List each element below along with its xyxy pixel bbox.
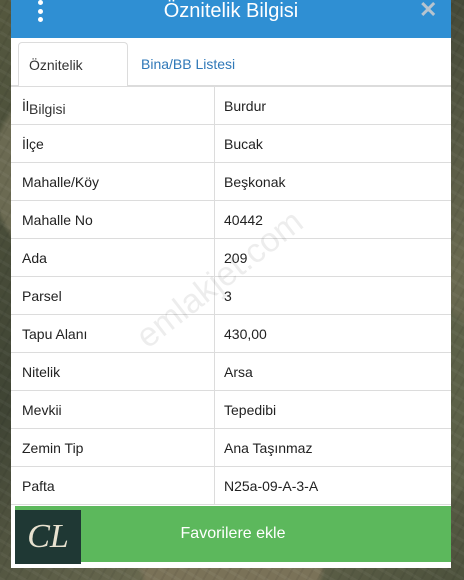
attribute-key: Zemin Tip bbox=[22, 440, 84, 456]
attribute-value: Ana Taşınmaz bbox=[224, 440, 313, 456]
attribute-value: N25a-09-A-3-A bbox=[224, 478, 319, 494]
attribute-key: Mahalle No bbox=[22, 212, 93, 228]
attribute-key: Ada bbox=[22, 250, 47, 266]
table-row: Pafta N25a-09-A-3-A bbox=[11, 467, 451, 505]
tab-bar: Öznitelik Bilgisi Bina/BB Listesi bbox=[11, 38, 451, 117]
column-divider bbox=[214, 467, 215, 505]
table-row: Tapu Alanı 430,00 bbox=[11, 315, 451, 353]
attribute-key: Tapu Alanı bbox=[22, 326, 88, 342]
attribute-value: 209 bbox=[224, 250, 248, 266]
column-divider bbox=[214, 163, 215, 201]
attribute-value: 430,00 bbox=[224, 326, 267, 342]
table-row: İlçe Bucak bbox=[11, 125, 451, 163]
attribute-key: Mevkii bbox=[22, 402, 62, 418]
attribute-key: Mahalle/Köy bbox=[22, 174, 100, 190]
attribute-table: İl Burdur İlçe Bucak Mahalle/Köy Beşkona… bbox=[11, 86, 451, 505]
column-divider bbox=[214, 353, 215, 391]
column-divider bbox=[214, 391, 215, 429]
attribute-dialog: Öznitelik Bilgisi ✕ Öznitelik Bilgisi Bi… bbox=[11, 0, 451, 568]
attribute-value: Bucak bbox=[224, 136, 263, 152]
attribute-value: Beşkonak bbox=[224, 174, 286, 190]
attribute-value: Arsa bbox=[224, 364, 253, 380]
attribute-key: İlçe bbox=[22, 136, 44, 152]
column-divider bbox=[214, 277, 215, 315]
column-divider bbox=[214, 125, 215, 163]
attribute-value: Burdur bbox=[224, 98, 267, 114]
dialog-titlebar: Öznitelik Bilgisi ✕ bbox=[11, 0, 451, 38]
column-divider bbox=[214, 429, 215, 467]
attribute-key: Nitelik bbox=[22, 364, 61, 380]
tab-building-list[interactable]: Bina/BB Listesi bbox=[131, 42, 245, 87]
attribute-key: Pafta bbox=[22, 478, 55, 494]
dialog-title: Öznitelik Bilgisi bbox=[163, 0, 299, 22]
table-row: Mahalle No 40442 bbox=[11, 201, 451, 239]
table-row: İl Burdur bbox=[11, 87, 451, 125]
column-divider bbox=[214, 239, 215, 277]
close-icon[interactable]: ✕ bbox=[419, 0, 437, 21]
table-row: Ada 209 bbox=[11, 239, 451, 277]
attribute-key: Parsel bbox=[22, 288, 62, 304]
attribute-value: 3 bbox=[224, 288, 232, 304]
table-row: Parsel 3 bbox=[11, 277, 451, 315]
table-row: Zemin Tip Ana Taşınmaz bbox=[11, 429, 451, 467]
brand-logo: CL bbox=[15, 510, 81, 564]
tab-attributes[interactable]: Öznitelik Bilgisi bbox=[18, 42, 128, 117]
table-row: Mahalle/Köy Beşkonak bbox=[11, 163, 451, 201]
column-divider bbox=[214, 315, 215, 353]
brand-logo-text: CL bbox=[27, 518, 69, 555]
column-divider bbox=[214, 87, 215, 125]
table-row: Nitelik Arsa bbox=[11, 353, 451, 391]
column-divider bbox=[214, 201, 215, 239]
attribute-key: İl bbox=[22, 98, 29, 114]
attribute-value: Tepedibi bbox=[224, 402, 277, 418]
attribute-value: 40442 bbox=[224, 212, 263, 228]
table-row: Mevkii Tepedibi bbox=[11, 391, 451, 429]
